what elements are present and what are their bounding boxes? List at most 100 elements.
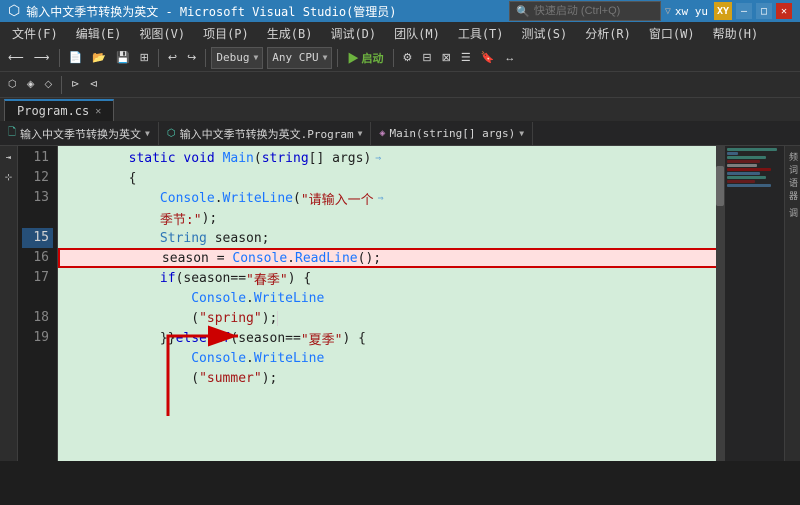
separator-5 xyxy=(393,49,394,67)
toolbar: ⟵ ⟶ 📄 📂 💾 ⊞ ↩ ↪ Debug ▼ Any CPU ▼ ▶ 启动 ⚙… xyxy=(0,44,800,72)
toolbar2-btn5[interactable]: ⊲ xyxy=(86,74,102,96)
menu-file[interactable]: 文件(F) xyxy=(4,23,66,44)
nav-class-dropdown[interactable]: ⬡ 输入中文季节转换为英文.Program ▼ xyxy=(159,122,372,146)
window-title: 输入中文季节转换为英文 - Microsoft Visual Studio(管理… xyxy=(26,3,505,20)
toolbar2-btn3[interactable]: ◇ xyxy=(40,74,56,96)
nav-dropdowns: 🗋 输入中文季节转换为英文 ▼ ⬡ 输入中文季节转换为英文.Program ▼ … xyxy=(0,122,800,146)
menu-tools[interactable]: 工具(T) xyxy=(450,23,512,44)
open-button[interactable]: 📂 xyxy=(88,47,110,69)
toolbar2-btn1[interactable]: ⬡ xyxy=(4,74,21,96)
nav-project-dropdown[interactable]: 🗋 输入中文季节转换为英文 ▼ xyxy=(0,122,159,146)
separator-4 xyxy=(337,49,338,67)
line-num-19b: · xyxy=(22,348,53,368)
separator-1 xyxy=(59,49,60,67)
toolbar-extra-3[interactable]: ⊠ xyxy=(438,47,455,69)
save-button[interactable]: 💾 xyxy=(112,47,134,69)
code-line-16: if(season=="春季") { xyxy=(58,268,724,288)
sidebar-label-2[interactable]: 词 xyxy=(786,165,799,174)
vertical-scrollbar[interactable] xyxy=(716,146,724,461)
tab-program-cs[interactable]: Program.cs ✕ xyxy=(4,99,114,121)
title-bar: ⬡ 输入中文季节转换为英文 - Microsoft Visual Studio(… xyxy=(0,0,800,22)
class-icon: ⬡ xyxy=(167,128,176,139)
toolbar-bookmark[interactable]: 🔖 xyxy=(477,47,499,69)
close-button[interactable]: ✕ xyxy=(776,3,792,19)
forward-button[interactable]: ⟶ xyxy=(30,47,54,69)
line-num-17: 17 xyxy=(22,268,53,288)
line-num-13: 13 xyxy=(22,188,53,208)
code-line-11: static void Main(string[] args) ⇒ xyxy=(58,148,724,168)
toolbar-extra-1[interactable]: ⚙ xyxy=(399,47,417,69)
line-num-17b: · xyxy=(22,288,53,308)
menu-project[interactable]: 项目(P) xyxy=(195,23,257,44)
app-icon: ⬡ xyxy=(8,3,20,19)
new-file-button[interactable]: 📄 xyxy=(65,47,87,69)
code-icon: 🗋 xyxy=(8,125,16,142)
menu-analyze[interactable]: 分析(R) xyxy=(577,23,639,44)
menu-help[interactable]: 帮助(H) xyxy=(705,23,767,44)
minimize-button[interactable]: — xyxy=(736,3,752,19)
menu-build[interactable]: 生成(B) xyxy=(259,23,321,44)
code-line-13-cont: 季节:"); xyxy=(58,208,724,228)
code-line-15: season = Console.ReadLine(); xyxy=(58,248,724,268)
redo-button[interactable]: ↪ xyxy=(183,47,200,69)
tab-close-button[interactable]: ✕ xyxy=(95,106,101,117)
line-numbers: 11 12 13 · 15 16 17 · 18 19 · xyxy=(18,146,58,461)
sidebar-icon-1[interactable]: ⇥ xyxy=(1,150,17,166)
window-controls: — □ ✕ xyxy=(736,3,792,19)
platform-dropdown[interactable]: Any CPU ▼ xyxy=(267,47,332,69)
minimap xyxy=(724,146,784,461)
code-area[interactable]: static void Main(string[] args) ⇒ { Cons… xyxy=(58,146,724,461)
chevron-down-icon: ▼ xyxy=(323,53,328,62)
menu-view[interactable]: 视图(V) xyxy=(131,23,193,44)
sidebar-label-4[interactable]: 器 xyxy=(786,191,799,200)
user-avatar[interactable]: XY xyxy=(714,2,732,20)
undo-button[interactable]: ↩ xyxy=(164,47,181,69)
menu-bar: 文件(F) 编辑(E) 视图(V) 项目(P) 生成(B) 调试(D) 团队(M… xyxy=(0,22,800,44)
line-num-15: 15 xyxy=(22,228,53,248)
sidebar-label-1[interactable]: 频 xyxy=(786,152,799,161)
nav-method-dropdown[interactable]: ◈ Main(string[] args) ▼ xyxy=(371,122,533,146)
line-num-12: 12 xyxy=(22,168,53,188)
sidebar-icon-2[interactable]: ⊹ xyxy=(1,170,17,186)
sidebar-label-3[interactable]: 语 xyxy=(786,178,799,187)
back-button[interactable]: ⟵ xyxy=(4,47,28,69)
chevron-down-icon: ▼ xyxy=(145,129,150,138)
menu-test[interactable]: 测试(S) xyxy=(514,23,576,44)
toolbar2-btn4[interactable]: ⊳ xyxy=(67,74,83,96)
line-num-11: 11 xyxy=(22,148,53,168)
search-icon: 🔍 xyxy=(516,5,530,18)
code-content: static void Main(string[] args) ⇒ { Cons… xyxy=(58,146,724,390)
menu-debug[interactable]: 调试(D) xyxy=(322,23,384,44)
search-input[interactable] xyxy=(534,5,654,17)
code-line-19: Console.WriteLine xyxy=(58,348,724,368)
maximize-button[interactable]: □ xyxy=(756,3,772,19)
menu-team[interactable]: 团队(M) xyxy=(386,23,448,44)
line-num-18: 18 xyxy=(22,308,53,328)
code-line-17: Console.WriteLine xyxy=(58,288,724,308)
toolbar2-btn2[interactable]: ◈ xyxy=(23,74,39,96)
line-arrow-icon: ⇒ xyxy=(375,153,381,164)
separator-t2-1 xyxy=(61,76,62,94)
line-num-19: 19 xyxy=(22,328,53,348)
scroll-thumb[interactable] xyxy=(716,166,724,206)
sidebar-label-5[interactable]: 调 xyxy=(786,208,799,217)
line-13-arrow-icon: ⇒ xyxy=(378,193,384,204)
code-line-17-cont: ("spring"); xyxy=(58,308,724,328)
toolbar-extra-4[interactable]: ☰ xyxy=(457,47,475,69)
separator-2 xyxy=(158,49,159,67)
save-all-button[interactable]: ⊞ xyxy=(136,47,153,69)
toolbar-extra-2[interactable]: ⊟ xyxy=(418,47,435,69)
chevron-down-icon-3: ▼ xyxy=(519,129,524,138)
code-line-14: String season; xyxy=(58,228,724,248)
toolbar-extra-5[interactable]: ↔ xyxy=(500,47,519,69)
code-line-18: }}else if(season=="夏季") { xyxy=(58,328,724,348)
left-sidebar: ⇥ ⊹ xyxy=(0,146,18,461)
chevron-down-icon-2: ▼ xyxy=(358,129,363,138)
debug-mode-dropdown[interactable]: Debug ▼ xyxy=(211,47,263,69)
start-button[interactable]: ▶ 启动 xyxy=(343,47,387,69)
quick-launch-search[interactable]: 🔍 xyxy=(509,1,661,21)
menu-edit[interactable]: 编辑(E) xyxy=(68,23,130,44)
tab-bar: Program.cs ✕ xyxy=(0,98,800,122)
minimap-content xyxy=(725,146,784,190)
menu-window[interactable]: 窗口(W) xyxy=(641,23,703,44)
